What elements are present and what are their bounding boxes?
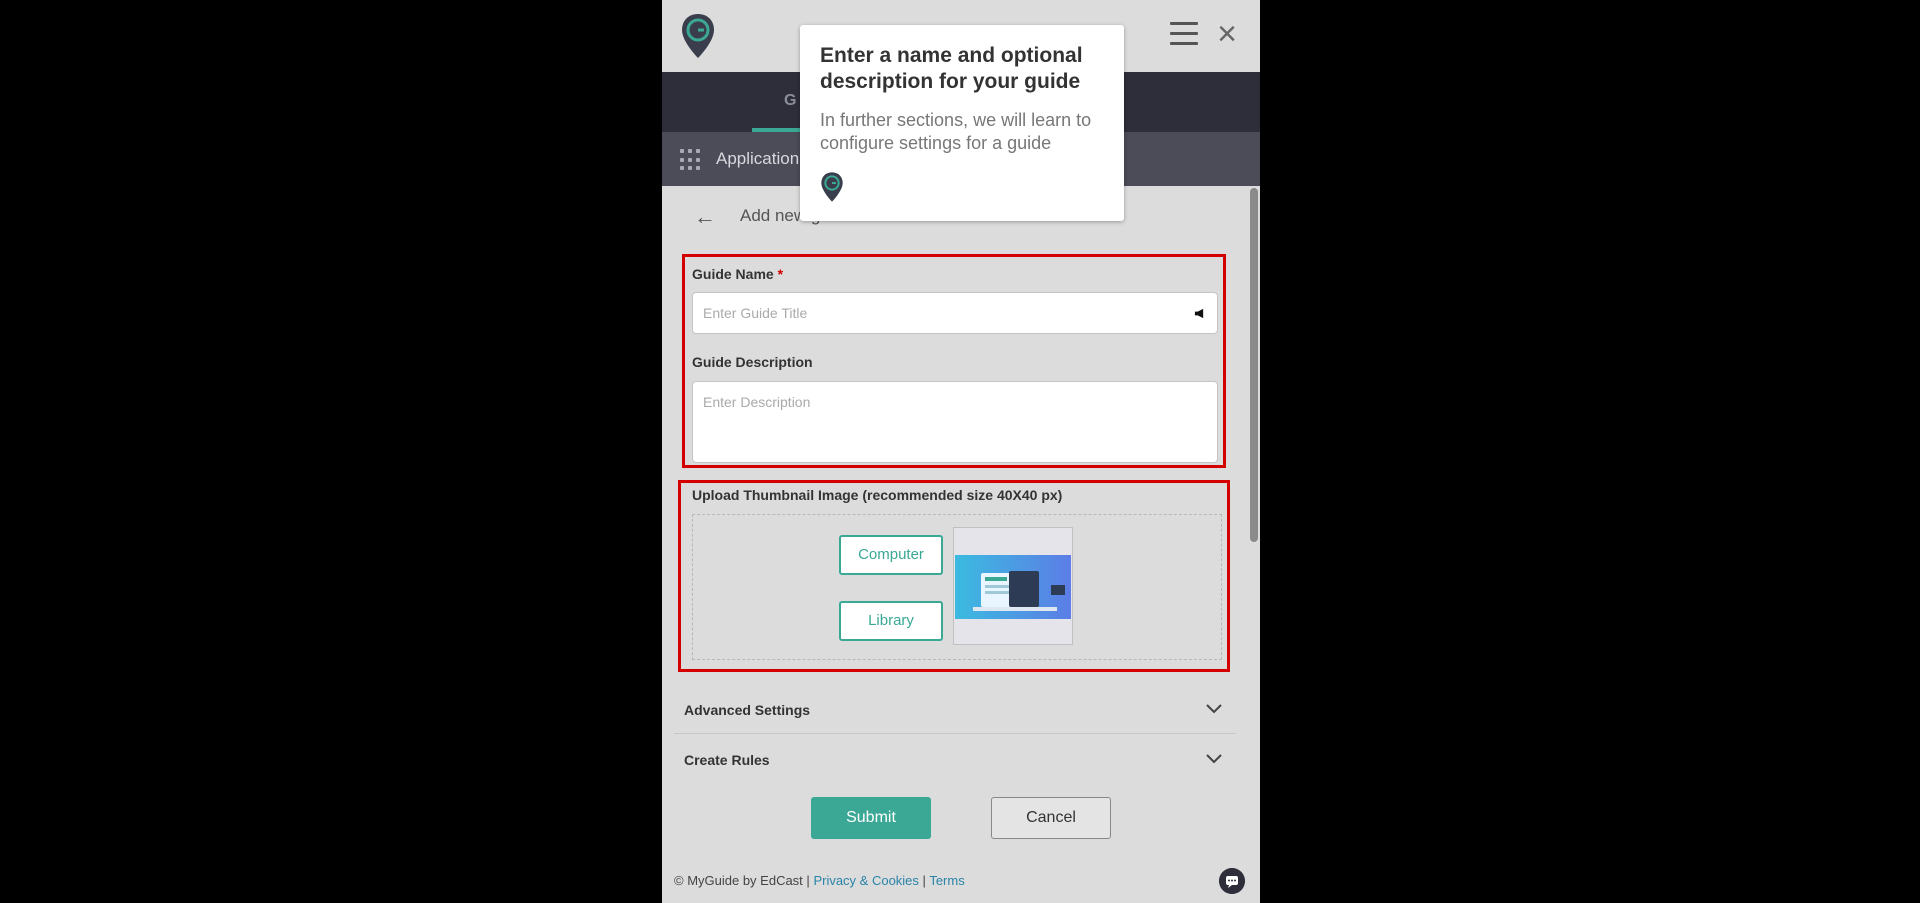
footer-text: © MyGuide by EdCast | Privacy & Cookies … — [674, 873, 965, 888]
upload-label: Upload Thumbnail Image (recommended size… — [692, 487, 1063, 503]
submit-button[interactable]: Submit — [811, 797, 931, 839]
accordion-create-rules-label: Create Rules — [684, 752, 770, 768]
guide-name-placeholder: Enter Guide Title — [703, 305, 808, 321]
computer-upload-button[interactable]: Computer — [839, 535, 943, 575]
chat-icon[interactable] — [1219, 868, 1245, 894]
cancel-button[interactable]: Cancel — [991, 797, 1111, 839]
guide-name-input[interactable]: Enter Guide Title — [692, 292, 1218, 334]
close-icon[interactable]: × — [1212, 14, 1242, 54]
scrollbar-thumb[interactable] — [1250, 188, 1258, 542]
accordion-advanced-settings[interactable]: Advanced Settings — [674, 686, 1236, 734]
copyright: © MyGuide by EdCast — [674, 873, 803, 888]
required-marker: * — [777, 266, 784, 282]
chevron-down-icon[interactable] — [1204, 748, 1224, 768]
tooltip-body: In further sections, we will learn to co… — [820, 110, 1092, 153]
chevron-down-icon[interactable] — [1204, 698, 1224, 718]
logo-pin-icon — [682, 14, 714, 58]
footer-separator: | — [922, 873, 926, 888]
footer: © MyGuide by EdCast | Privacy & Cookies … — [662, 856, 1260, 903]
back-arrow-icon[interactable]: ← — [694, 204, 716, 230]
grid-icon[interactable] — [680, 149, 702, 171]
thumbnail-preview — [953, 527, 1073, 645]
hamburger-icon[interactable] — [1170, 22, 1198, 46]
form-actions: Submit Cancel — [662, 776, 1260, 856]
speaker-icon[interactable] — [1194, 308, 1205, 319]
thumbnail-image — [955, 555, 1071, 619]
upload-dropzone[interactable]: Computer Library — [692, 514, 1222, 660]
scrollbar[interactable] — [1248, 186, 1260, 776]
terms-link[interactable]: Terms — [929, 873, 964, 888]
footer-separator: | — [806, 873, 810, 888]
guide-tooltip: Enter a name and optional description fo… — [800, 25, 1124, 221]
tab-guides[interactable]: G — [784, 92, 796, 110]
privacy-link[interactable]: Privacy & Cookies — [813, 873, 918, 888]
guide-description-label: Guide Description — [692, 354, 813, 370]
library-upload-button[interactable]: Library — [839, 601, 943, 641]
tooltip-title: Enter a name and optional description fo… — [820, 44, 1083, 93]
accordion-advanced-settings-label: Advanced Settings — [684, 702, 811, 718]
guide-description-input[interactable]: Enter Description — [692, 381, 1218, 463]
guide-name-label: Guide Name * — [692, 266, 784, 282]
form-content: ← Add new guide under Folder Guide Name … — [662, 186, 1248, 784]
logo-pin-icon — [821, 172, 843, 202]
guide-description-placeholder: Enter Description — [703, 394, 811, 410]
application-label[interactable]: Application — [716, 149, 799, 169]
